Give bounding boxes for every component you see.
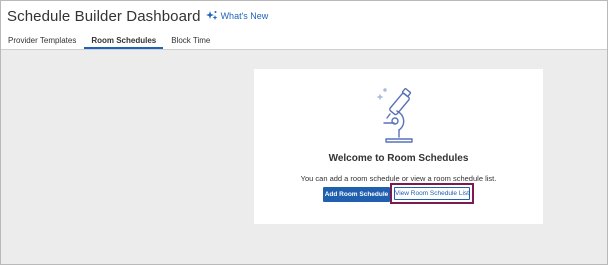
microscope-icon [375,87,421,150]
add-room-schedule-button[interactable]: Add Room Schedule [323,187,390,202]
empty-state-description: You can add a room schedule or view a ro… [300,174,497,183]
title-row: Schedule Builder Dashboard What's New [7,6,268,26]
tab-bar: Provider Templates Room Schedules Block … [1,36,218,49]
empty-state-card: Welcome to Room Schedules You can add a … [254,69,543,224]
tab-provider-templates[interactable]: Provider Templates [1,36,83,49]
tab-block-time[interactable]: Block Time [164,36,217,49]
app-window: Schedule Builder Dashboard What's New Pr… [0,0,608,265]
whats-new-label: What's New [220,11,269,21]
view-room-schedule-list-button[interactable]: View Room Schedule List [394,187,470,200]
sparkle-icon [205,10,218,22]
highlight-box: View Room Schedule List [390,183,474,204]
tab-room-schedules[interactable]: Room Schedules [84,36,164,49]
whats-new-link[interactable]: What's New [205,10,269,22]
page-title: Schedule Builder Dashboard [7,7,201,25]
header: Schedule Builder Dashboard What's New Pr… [1,1,607,50]
empty-state-heading: Welcome to Room Schedules [328,153,469,164]
